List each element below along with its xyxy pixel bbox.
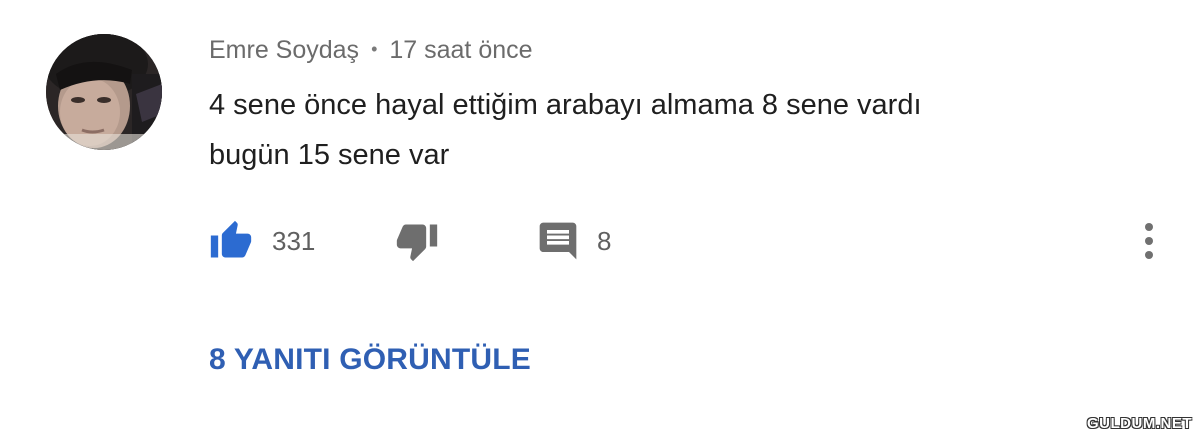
- like-count: 331: [272, 226, 316, 256]
- reply-button[interactable]: [536, 218, 580, 264]
- comment-icon: [539, 222, 577, 260]
- view-replies-link[interactable]: 8 YANITI GÖRÜNTÜLE: [209, 340, 531, 380]
- comment-text: 4 sene önce hayal ettiğim arabayı almama…: [209, 80, 1109, 180]
- dislike-button[interactable]: [395, 218, 439, 264]
- comment-timestamp[interactable]: 17 saat önce: [389, 36, 532, 64]
- meta-separator: •: [371, 39, 378, 59]
- thumbs-down-icon: [396, 224, 438, 262]
- comment-card: Emre Soydaş • 17 saat önce 4 sene önce hay…: [0, 0, 1200, 438]
- more-options-button[interactable]: [1134, 218, 1164, 264]
- author-name[interactable]: Emre Soydaş: [209, 36, 359, 64]
- like-button[interactable]: [209, 218, 253, 264]
- avatar-photo: [46, 34, 162, 150]
- reply-count: 8: [597, 226, 612, 256]
- avatar[interactable]: [46, 34, 162, 150]
- thumbs-up-icon: [210, 220, 252, 258]
- comment-text-line: 4 sene önce hayal ettiğim arabayı almama…: [209, 89, 922, 121]
- comment-meta: Emre Soydaş • 17 saat önce: [209, 32, 533, 67]
- comment-actions: 331 8: [209, 218, 1179, 264]
- more-vert-icon: [1145, 223, 1153, 259]
- comment-text-line: bugün 15 sene var: [209, 139, 450, 171]
- watermark-text: GULDUM.NET: [1087, 415, 1192, 432]
